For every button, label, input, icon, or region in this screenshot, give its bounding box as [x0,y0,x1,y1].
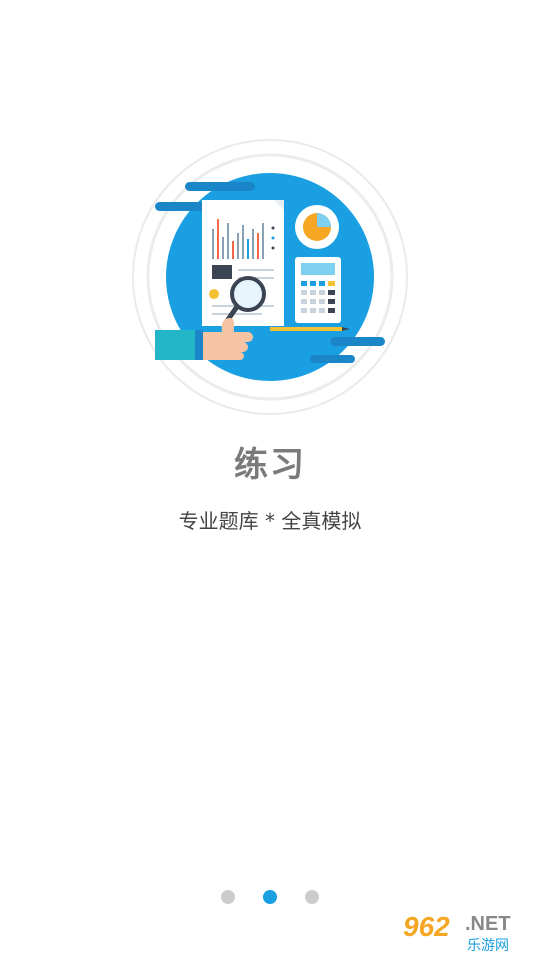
watermark-logo: 962 .NET 乐游网 [399,906,534,954]
page-subtitle: 专业题库 * 全真模拟 [178,509,362,533]
calculator-icon [295,257,341,323]
pie-chart-icon [295,205,339,249]
svg-text:乐游网: 乐游网 [467,938,509,954]
pencil-icon [270,327,350,331]
page-title: 练习 [234,445,306,485]
page-indicator [0,889,540,905]
page-dot-2[interactable] [263,890,277,904]
onboarding-illustration [132,139,408,415]
svg-text:.NET: .NET [465,913,511,935]
svg-text:962: 962 [403,911,450,942]
page-dot-1[interactable] [221,890,235,904]
page-dot-3[interactable] [305,890,319,904]
